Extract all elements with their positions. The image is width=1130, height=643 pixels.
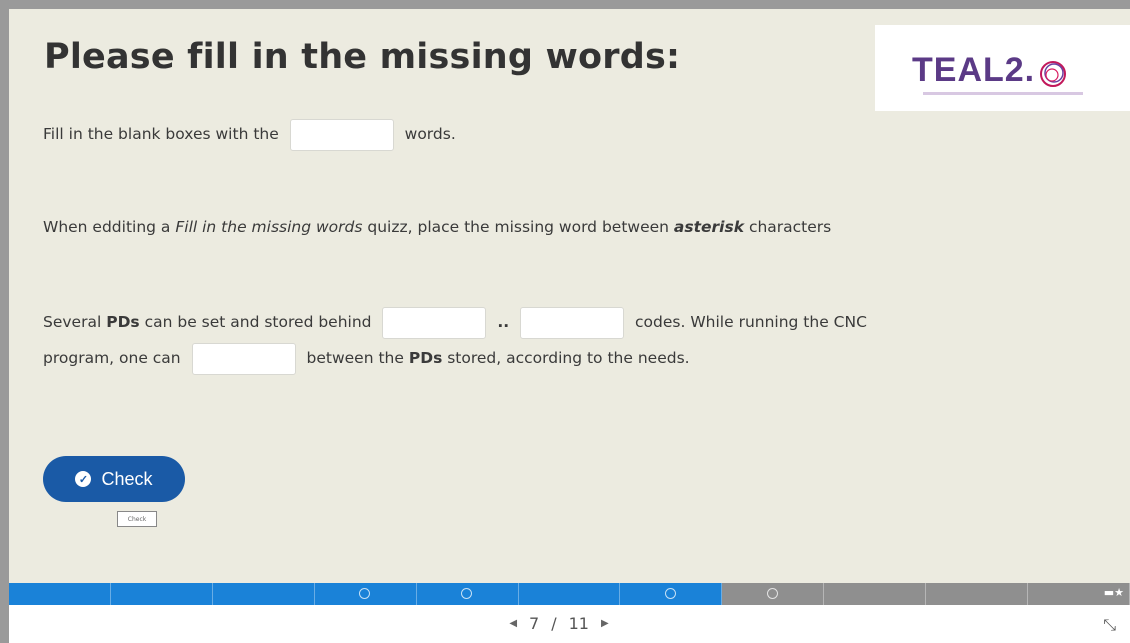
progress-segment[interactable]	[110, 583, 213, 605]
current-slide-number: 7	[529, 613, 540, 633]
progress-segment[interactable]	[9, 583, 111, 605]
progress-segment[interactable]	[620, 583, 723, 605]
expand-collapse-icon[interactable]: ▬★	[1104, 586, 1124, 599]
exit-fullscreen-icon[interactable]: ⤡	[1103, 615, 1116, 635]
check-button[interactable]: ✓ Check	[43, 456, 185, 502]
paragraph-2: When edditing a Fill in the missing word…	[43, 218, 832, 236]
check-circle-icon: ✓	[75, 471, 92, 487]
logo-text: TEAL2.	[912, 51, 1036, 89]
paragraph-3: Several PDs can be set and stored behind…	[43, 305, 867, 339]
paragraph-4: program, one can between the PDs stored,…	[43, 341, 690, 375]
blank-input-2[interactable]	[382, 306, 487, 339]
total-slide-number: 11	[568, 613, 589, 633]
progress-segment[interactable]	[518, 583, 621, 605]
caret-right-icon[interactable]: ▶	[601, 618, 609, 629]
slide: Please fill in the missing words: TEAL2.…	[9, 9, 1130, 583]
answered-indicator-icon	[461, 588, 473, 599]
answered-indicator-icon	[664, 588, 676, 599]
answered-indicator-icon	[766, 588, 778, 599]
progress-segment[interactable]	[824, 583, 927, 605]
caret-left-icon[interactable]: ◀	[509, 618, 517, 629]
slide-navigation: ◀ 7 / 11 ▶	[479, 609, 639, 637]
check-button-label: Check	[101, 468, 153, 489]
slide-progress-bar[interactable]: ▬★	[9, 583, 1130, 605]
blank-input-3[interactable]	[520, 306, 625, 339]
logo-tagline	[923, 92, 1083, 95]
paragraph-1: Fill in the blank boxes with the words.	[43, 117, 456, 151]
progress-segment[interactable]	[212, 583, 315, 605]
page-title: Please fill in the missing words:	[44, 37, 681, 77]
check-tooltip: Check	[117, 511, 157, 527]
answered-indicator-icon	[359, 588, 371, 599]
logo-ring-icon	[1040, 61, 1066, 87]
teal2-logo: TEAL2.	[875, 25, 1130, 111]
progress-segment[interactable]	[926, 583, 1029, 605]
blank-input-1[interactable]	[289, 118, 394, 151]
progress-segment[interactable]	[314, 583, 417, 605]
progress-segment[interactable]	[416, 583, 519, 605]
slide-number-separator: /	[551, 613, 557, 633]
blank-input-4[interactable]	[191, 342, 296, 375]
presentation-frame: Please fill in the missing words: TEAL2.…	[9, 9, 1130, 643]
progress-segment[interactable]	[722, 583, 825, 605]
